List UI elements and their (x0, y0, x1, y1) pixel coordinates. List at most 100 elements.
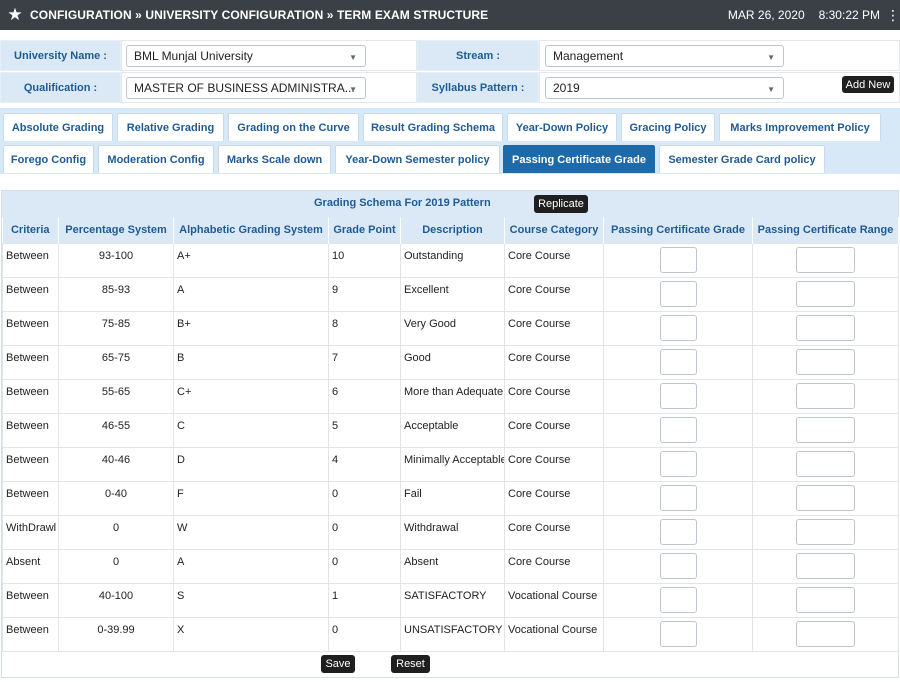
passing-certificate-grade-input[interactable] (659, 484, 697, 511)
alpha-grade-cell: W (173, 514, 329, 550)
percentage-cell: 40-46 (58, 446, 174, 482)
table-row: Between 93-100 A+ 10 Outstanding Core Course (2, 242, 899, 278)
criteria-cell: WithDrawl (2, 514, 59, 550)
top-bar: ★ CONFIGURATION » UNIVERSITY CONFIGURATI… (0, 0, 900, 30)
passing-range-cell (752, 446, 899, 482)
qualification-label: Qualification : (0, 72, 121, 103)
passing-grade-cell (603, 412, 753, 448)
percentage-cell: 40-100 (58, 582, 174, 618)
tab-relative-grading[interactable]: Relative Grading (117, 113, 224, 141)
passing-certificate-grade-input[interactable] (659, 348, 697, 375)
current-time: 8:30:22 PM (818, 8, 880, 22)
grid-title: Grading Schema For 2019 Pattern (314, 197, 491, 209)
alpha-grade-cell: A+ (173, 242, 329, 278)
tab-gracing-policy[interactable]: Gracing Policy (621, 113, 715, 141)
stream-select[interactable]: Management ▼ (545, 45, 784, 67)
chevron-down-icon: ▼ (767, 85, 775, 94)
qualification-select[interactable]: MASTER OF BUSINESS ADMINISTRA... ▼ (126, 77, 366, 99)
syllabus-label: Syllabus Pattern : (417, 72, 539, 103)
passing-certificate-grade-input[interactable] (659, 586, 697, 613)
tab-passing-certificate-grade[interactable]: Passing Certificate Grade (503, 145, 655, 173)
table-row: Between 40-100 S 1 SATISFACTORY Vocational Co… (2, 582, 899, 618)
passing-certificate-range-input[interactable] (796, 484, 855, 511)
passing-certificate-range-input[interactable] (796, 586, 855, 613)
description-cell: Good (400, 344, 505, 380)
qualification-select-value: MASTER OF BUSINESS ADMINISTRA... (134, 81, 355, 95)
syllabus-select[interactable]: 2019 ▼ (545, 77, 784, 99)
criteria-cell: Absent (2, 548, 59, 584)
passing-certificate-range-input[interactable] (796, 280, 855, 307)
stream-label: Stream : (417, 40, 539, 71)
tab-grading-on-the-curve[interactable]: Grading on the Curve (228, 113, 359, 141)
star-icon[interactable]: ★ (0, 5, 30, 25)
passing-certificate-grade-input[interactable] (659, 280, 697, 307)
chevron-down-icon: ▼ (349, 53, 357, 62)
university-select[interactable]: BML Munjal University ▼ (126, 45, 366, 67)
passing-certificate-grade-input[interactable] (659, 450, 697, 477)
reset-button[interactable]: Reset (391, 655, 430, 673)
description-cell: Absent (400, 548, 505, 584)
passing-range-cell (752, 480, 899, 516)
passing-certificate-range-input[interactable] (796, 620, 855, 647)
stream-cell: Management ▼ (539, 40, 900, 71)
course-category-cell: Vocational Course (504, 582, 604, 618)
passing-certificate-range-input[interactable] (796, 552, 855, 579)
tab-forego-config[interactable]: Forego Config (3, 145, 94, 173)
criteria-cell: Between (2, 582, 59, 618)
passing-certificate-range-input[interactable] (796, 246, 855, 273)
passing-range-cell (752, 344, 899, 380)
grade-point-cell: 9 (328, 276, 401, 312)
add-new-button[interactable]: Add New (842, 76, 894, 93)
passing-certificate-range-input[interactable] (796, 416, 855, 443)
grade-point-cell: 5 (328, 412, 401, 448)
passing-certificate-range-input[interactable] (796, 450, 855, 477)
tab-marks-scale-down[interactable]: Marks Scale down (218, 145, 331, 173)
passing-grade-cell (603, 378, 753, 414)
criteria-cell: Between (2, 616, 59, 652)
description-cell: SATISFACTORY (400, 582, 505, 618)
tab-year-down-policy[interactable]: Year-Down Policy (507, 113, 617, 141)
passing-certificate-grade-input[interactable] (659, 416, 697, 443)
passing-certificate-grade-input[interactable] (659, 246, 697, 273)
course-category-cell: Core Course (504, 276, 604, 312)
passing-grade-cell (603, 276, 753, 312)
description-cell: Acceptable (400, 412, 505, 448)
tab-marks-improvement-policy[interactable]: Marks Improvement Policy (719, 113, 881, 141)
description-cell: Fail (400, 480, 505, 516)
kebab-menu-icon[interactable]: ⋮ (886, 8, 900, 22)
description-cell: Withdrawal (400, 514, 505, 550)
col-course-category: Course Category (504, 217, 604, 243)
passing-certificate-range-input[interactable] (796, 382, 855, 409)
alpha-grade-cell: S (173, 582, 329, 618)
tab-year-down-semester-policy[interactable]: Year-Down Semester policy (335, 145, 500, 173)
grade-point-cell: 0 (328, 616, 401, 652)
tab-result-grading-schema[interactable]: Result Grading Schema (363, 113, 503, 141)
col-percentage-system: Percentage System (58, 217, 174, 243)
save-button[interactable]: Save (321, 655, 355, 673)
passing-certificate-range-input[interactable] (796, 518, 855, 545)
criteria-cell: Between (2, 412, 59, 448)
passing-certificate-grade-input[interactable] (659, 314, 697, 341)
passing-range-cell (752, 582, 899, 618)
passing-certificate-range-input[interactable] (796, 348, 855, 375)
passing-certificate-grade-input[interactable] (659, 382, 697, 409)
filter-form: University Name : BML Munjal University … (0, 40, 900, 104)
criteria-cell: Between (2, 276, 59, 312)
course-category-cell: Core Course (504, 378, 604, 414)
alpha-grade-cell: C+ (173, 378, 329, 414)
alpha-grade-cell: X (173, 616, 329, 652)
passing-certificate-grade-input[interactable] (659, 518, 697, 545)
passing-range-cell (752, 616, 899, 652)
tab-moderation-config[interactable]: Moderation Config (98, 145, 214, 173)
passing-certificate-grade-input[interactable] (659, 552, 697, 579)
tab-absolute-grading[interactable]: Absolute Grading (3, 113, 113, 141)
percentage-cell: 0 (58, 548, 174, 584)
table-row: Between 85-93 A 9 Excellent Core Course (2, 276, 899, 312)
passing-certificate-grade-input[interactable] (659, 620, 697, 647)
tab-semester-grade-card-policy[interactable]: Semester Grade Card policy (659, 145, 825, 173)
replicate-button[interactable]: Replicate (534, 195, 588, 213)
grading-schema-grid: Grading Schema For 2019 Pattern Replicat… (1, 190, 899, 678)
passing-certificate-range-input[interactable] (796, 314, 855, 341)
university-cell: BML Munjal University ▼ (121, 40, 417, 71)
passing-range-cell (752, 548, 899, 584)
